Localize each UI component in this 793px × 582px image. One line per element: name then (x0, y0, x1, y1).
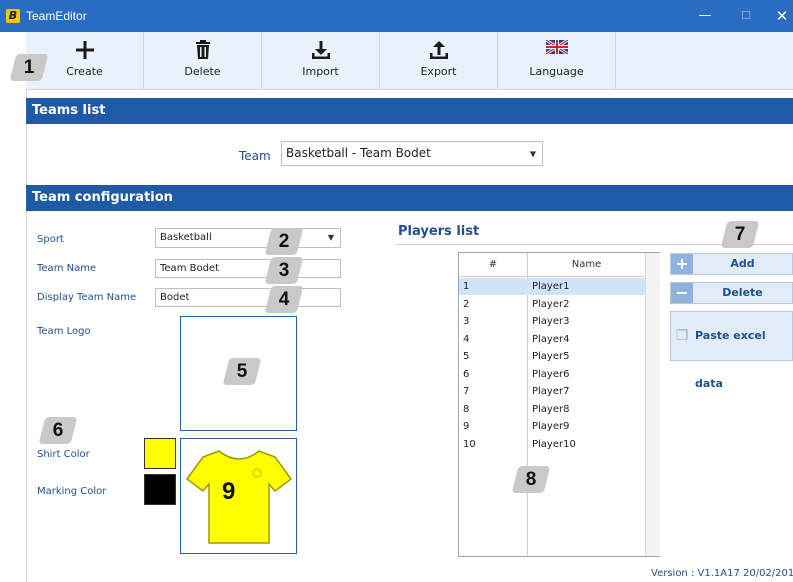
callout-7: 7 (720, 221, 760, 248)
team-select-value: Basketball - Team Bodet (286, 146, 431, 160)
player-name: Player1 (532, 281, 570, 292)
column-header-name[interactable]: Name (528, 253, 645, 277)
delete-label: Delete (184, 65, 221, 78)
players-list-title: Players list (398, 224, 480, 239)
import-button[interactable]: Import (262, 32, 380, 90)
player-number: 3 (463, 316, 470, 327)
player-name: Player2 (532, 298, 570, 310)
player-name: Player5 (532, 351, 570, 362)
player-name: Player7 (532, 386, 570, 397)
uk-flag-icon (498, 32, 615, 62)
delete-label: Delete (722, 286, 763, 299)
app-logo-icon: B (6, 9, 20, 23)
players-table: # Name 1 Player1 2 Player2 3 Player3 4 Player4 5… (458, 252, 660, 557)
player-name: Player4 (532, 333, 570, 345)
language-button[interactable]: Language (498, 32, 616, 90)
player-name: Player8 (532, 403, 570, 415)
minimize-button[interactable]: — (690, 6, 720, 26)
sport-label: Sport (37, 234, 64, 245)
callout-8: 8 (511, 466, 551, 493)
plus-icon: + (671, 254, 693, 274)
shirt-color-label: Shirt Color (37, 449, 90, 460)
version-label: Version : V1.1A17 20/02/2017 (651, 568, 793, 579)
close-button[interactable]: ✕ (767, 6, 793, 26)
team-configuration-header: Team configuration (26, 185, 793, 211)
add-label: Add (730, 257, 755, 270)
callout-2: 2 (264, 228, 304, 255)
player-name: Player3 (532, 316, 570, 327)
player-number: 10 (463, 438, 476, 450)
table-row[interactable]: 5 Player5 (459, 348, 645, 365)
paste-label: Paste excel data (695, 329, 766, 390)
player-number: 6 (463, 368, 470, 380)
callout-1: 1 (9, 54, 49, 81)
callout-6: 6 (38, 417, 78, 444)
copy-icon: ❐ (671, 312, 693, 360)
player-name: Player9 (532, 421, 570, 432)
player-number: 7 (463, 386, 470, 397)
language-label: Language (529, 65, 584, 78)
shirt-color-swatch[interactable] (144, 438, 176, 469)
maximize-button[interactable]: ☐ (731, 6, 761, 26)
callout-9: 9 (222, 478, 236, 505)
import-icon (262, 32, 379, 62)
marking-color-swatch[interactable] (144, 474, 176, 505)
table-row[interactable]: 9 Player9 (459, 418, 645, 435)
player-number: 8 (463, 403, 470, 415)
display-team-name-field[interactable]: Bodet (155, 288, 341, 307)
table-row[interactable]: 3 Player3 (459, 313, 645, 330)
table-row[interactable]: 10 Player10 (459, 436, 645, 453)
table-row[interactable]: 2 Player2 (459, 296, 645, 313)
callout-3: 3 (264, 257, 304, 284)
table-row[interactable]: 8 Player8 (459, 401, 645, 418)
left-divider (26, 90, 27, 582)
table-header: # Name (459, 253, 645, 277)
table-scrollbar[interactable] (645, 253, 660, 556)
shirt-icon (185, 450, 293, 544)
callout-4: 4 (264, 286, 304, 313)
minus-icon: − (671, 283, 693, 303)
team-logo-label: Team Logo (37, 326, 91, 337)
delete-player-button[interactable]: − Delete (670, 282, 793, 304)
player-number: 2 (463, 298, 470, 310)
shirt-preview (180, 438, 297, 554)
display-team-name-label: Display Team Name (37, 292, 137, 303)
table-row[interactable]: 7 Player7 (459, 383, 645, 400)
trash-icon (144, 32, 261, 62)
sport-select[interactable]: Basketball ▼ (155, 228, 341, 248)
player-number: 5 (463, 351, 470, 362)
chevron-down-icon: ▼ (529, 149, 536, 158)
toolbar: Create Delete Import Export Language (26, 32, 793, 90)
player-name: Player10 (532, 438, 576, 450)
add-player-button[interactable]: + Add (670, 253, 793, 275)
player-name: Player6 (532, 368, 570, 380)
paste-excel-button[interactable]: ❐ Paste excel data (670, 311, 793, 390)
teams-list-header: Teams list (26, 98, 793, 124)
table-row[interactable]: 6 Player6 (459, 366, 645, 383)
team-label: Team (239, 149, 271, 163)
export-button[interactable]: Export (380, 32, 498, 90)
window-title: TeamEditor (26, 9, 87, 23)
table-row[interactable]: 4 Player4 (459, 331, 645, 348)
delete-button[interactable]: Delete (144, 32, 262, 90)
table-row[interactable]: 1 Player1 (459, 278, 645, 295)
marking-color-label: Marking Color (37, 486, 107, 497)
team-select[interactable]: Basketball - Team Bodet ▼ (281, 141, 543, 166)
team-name-label: Team Name (37, 263, 97, 274)
callout-5: 5 (222, 358, 262, 385)
chevron-down-icon: ▼ (327, 233, 334, 242)
player-number: 4 (463, 333, 470, 345)
team-name-field[interactable]: Team Bodet (155, 259, 341, 278)
player-number: 9 (463, 421, 470, 432)
player-number: 1 (463, 281, 470, 292)
export-icon (380, 32, 497, 62)
sport-select-value: Basketball (160, 232, 212, 243)
column-header-number[interactable]: # (459, 253, 527, 277)
title-bar: B TeamEditor — ☐ ✕ (0, 0, 793, 32)
export-label: Export (420, 65, 457, 78)
import-label: Import (302, 65, 339, 78)
